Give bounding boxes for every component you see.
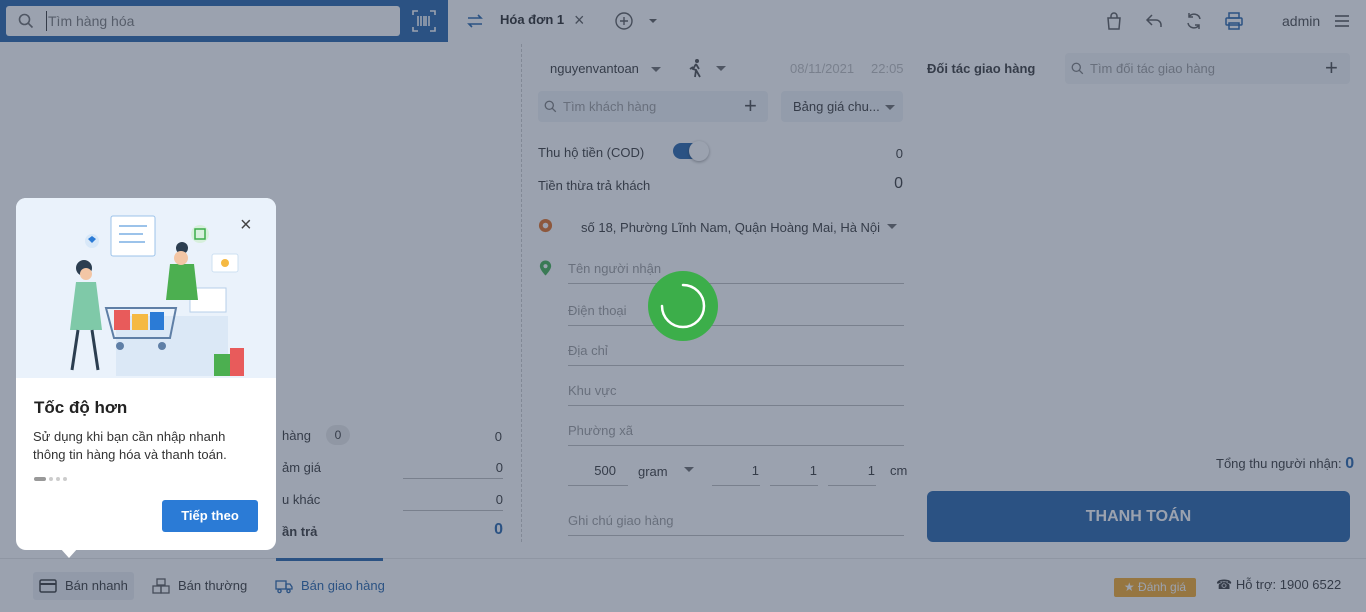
next-button[interactable]: Tiếp theo <box>162 500 258 532</box>
popup-description: Sử dụng khi bạn cần nhập nhanh thông tin… <box>33 429 227 462</box>
step-dot <box>49 477 53 481</box>
step-dot <box>34 477 46 481</box>
step-dot <box>63 477 67 481</box>
popup-title: Tốc độ hơn <box>34 398 128 417</box>
popup-pointer <box>60 548 78 558</box>
step-indicator <box>34 477 70 481</box>
loading-spinner <box>648 271 718 341</box>
popup-illustration <box>16 198 276 378</box>
close-icon[interactable]: × <box>240 215 252 235</box>
shopping-illustration <box>70 215 244 376</box>
onboarding-popup: × Tốc độ hơn Sử dụng khi bạn cần nhập nh… <box>16 198 276 558</box>
spinner-arc-icon <box>660 283 706 329</box>
step-dot <box>56 477 60 481</box>
